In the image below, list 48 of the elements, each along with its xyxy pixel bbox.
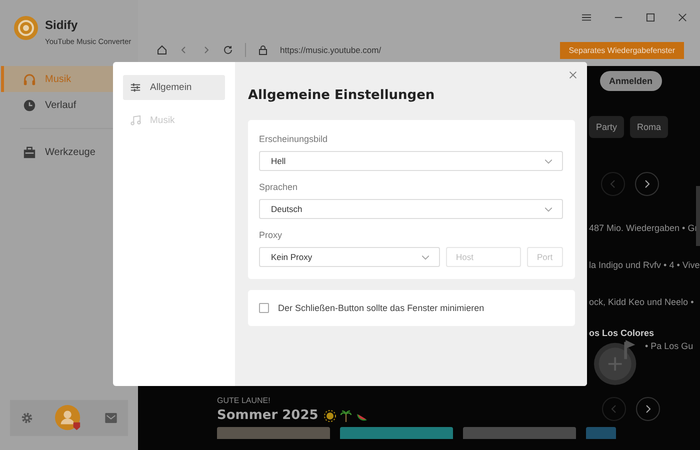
settings-nav-item[interactable]: Allgemein: [123, 75, 225, 100]
field-label: Sprachen: [259, 182, 299, 192]
headphones-icon: [23, 72, 36, 86]
genre-chip[interactable]: Party: [589, 116, 624, 138]
host-field[interactable]: Host: [446, 247, 521, 267]
chevron-down-icon: [544, 206, 553, 212]
track-title: os Los Colores: [589, 328, 656, 338]
port-field[interactable]: Port: [527, 247, 563, 267]
menu-icon[interactable]: [582, 12, 591, 22]
dropdown[interactable]: Kein Proxy: [259, 247, 440, 267]
checkbox-label: Der Schließen-Button sollte das Fenster minimieren: [278, 303, 484, 313]
settings-icon[interactable]: [21, 412, 34, 424]
shelf-title: Sommer 2025: [217, 408, 318, 423]
player-window-button[interactable]: Separates Wiedergabefenster: [560, 42, 684, 58]
app-name: Sidify: [45, 18, 79, 32]
dropdown[interactable]: Deutsch: [259, 199, 563, 219]
home-icon[interactable]: [157, 45, 167, 55]
dropdown[interactable]: Hell: [259, 151, 563, 171]
chevron-down-icon: [421, 254, 430, 260]
track-info-text: • Pa Los Gu: [645, 341, 694, 351]
track-info-text: la Indigo und Rvfv • 4 • Vive: [589, 260, 700, 270]
login-button[interactable]: Anmelden: [600, 71, 662, 91]
sliders-icon: [130, 82, 141, 93]
music-note-icon: [130, 115, 141, 126]
mail-icon[interactable]: [104, 413, 117, 423]
checkbox[interactable]: [259, 303, 269, 313]
genre-chip[interactable]: Roma: [630, 116, 668, 138]
sidebar-item[interactable]: Werkzeuge: [1, 139, 138, 165]
avatar-icon[interactable]: [55, 404, 82, 432]
track-info-text: ock, Kidd Keo und Neelo •: [589, 297, 695, 307]
field-label: Proxy: [259, 230, 284, 240]
close-icon[interactable]: [569, 71, 577, 79]
dialog-title: Allgemeine Einstellungen: [248, 88, 436, 103]
next-icon[interactable]: [636, 397, 660, 421]
shelf-eyebrow: GUTE LAUNE!: [217, 396, 272, 405]
next-icon[interactable]: [635, 172, 659, 196]
logo-icon: [14, 16, 38, 40]
toolbox-icon: [23, 146, 36, 158]
lock-icon: [258, 45, 268, 55]
field-label: Erscheinungsbild: [259, 134, 329, 144]
url-text[interactable]: https://music.youtube.com/: [280, 45, 548, 55]
reload-icon[interactable]: [223, 45, 233, 55]
sun-icon: [324, 410, 336, 422]
maximize-icon[interactable]: [646, 12, 655, 22]
clock-icon: [23, 98, 36, 112]
chevron-down-icon: [544, 158, 553, 164]
palm-tree-icon: [340, 410, 352, 422]
close-icon[interactable]: [678, 12, 687, 22]
